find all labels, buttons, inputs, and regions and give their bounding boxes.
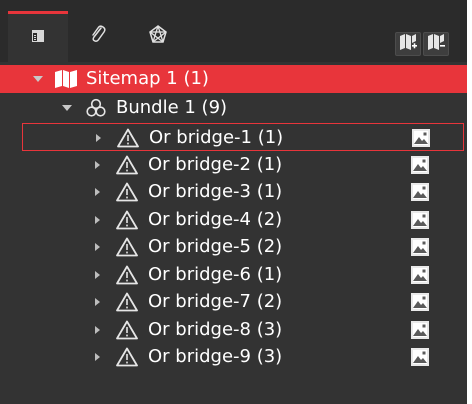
image-icon[interactable] <box>411 238 429 256</box>
chevron-right-icon[interactable] <box>96 134 101 142</box>
chevron-right-icon[interactable] <box>95 216 100 224</box>
warning-triangle-icon <box>116 210 138 234</box>
tab-network[interactable] <box>128 11 188 61</box>
tree-item-row[interactable]: Or bridge-8 (3) <box>0 316 467 344</box>
tab-pages[interactable] <box>8 11 68 62</box>
image-icon[interactable] <box>411 266 429 284</box>
tree-item-row[interactable]: Or bridge-5 (2) <box>0 233 467 261</box>
image-icon[interactable] <box>412 129 430 147</box>
chevron-right-icon[interactable] <box>95 298 100 306</box>
tree-item-label: Or bridge-1 (1) <box>149 127 284 148</box>
image-icon[interactable] <box>411 293 429 311</box>
tree-item-row[interactable]: Or bridge-2 (1) <box>0 151 467 179</box>
chevron-right-icon[interactable] <box>95 188 100 196</box>
tree-item-label: Or bridge-4 (2) <box>148 209 283 230</box>
tree-item-row[interactable]: Or bridge-6 (1) <box>0 261 467 289</box>
tree-label-sitemap: Sitemap 1 (1) <box>86 68 209 89</box>
map-add-icon <box>398 33 418 55</box>
warning-triangle-icon <box>116 347 138 371</box>
warning-triangle-icon <box>116 155 138 179</box>
tree-label-bundle: Bundle 1 (9) <box>116 97 228 118</box>
warning-triangle-icon <box>117 128 139 152</box>
tree-item-label: Or bridge-7 (2) <box>148 291 283 312</box>
image-icon[interactable] <box>411 211 429 229</box>
add-sitemap-button[interactable] <box>395 32 421 56</box>
chevron-right-icon[interactable] <box>95 353 100 361</box>
bundle-icon <box>86 98 106 122</box>
chevron-right-icon[interactable] <box>95 161 100 169</box>
tree-item-label: Or bridge-2 (1) <box>148 154 283 175</box>
chevron-down-icon[interactable] <box>62 105 72 111</box>
chevron-down-icon[interactable] <box>33 76 43 82</box>
remove-sitemap-button[interactable] <box>423 32 449 56</box>
tree-row-bundle[interactable]: Bundle 1 (9) <box>0 94 467 122</box>
tree-item-row[interactable]: Or bridge-4 (2) <box>0 206 467 234</box>
tree-item-row[interactable]: Or bridge-7 (2) <box>0 288 467 316</box>
tree-item-label: Or bridge-9 (3) <box>148 346 283 367</box>
warning-triangle-icon <box>116 182 138 206</box>
map-remove-icon <box>426 33 446 55</box>
tree-item-row[interactable]: Or bridge-3 (1) <box>0 178 467 206</box>
tree-row-sitemap[interactable]: Sitemap 1 (1) <box>0 65 467 93</box>
image-icon[interactable] <box>411 183 429 201</box>
warning-triangle-icon <box>116 237 138 261</box>
chevron-right-icon[interactable] <box>95 326 100 334</box>
sitemap-panel: Sitemap 1 (1) Bundle 1 (9) Or bridge-1 (… <box>0 0 467 404</box>
tree-item-label: Or bridge-3 (1) <box>148 181 283 202</box>
network-icon <box>148 24 168 48</box>
tab-attachments[interactable] <box>68 11 128 61</box>
tree-item-label: Or bridge-5 (2) <box>148 236 283 257</box>
chevron-right-icon[interactable] <box>95 271 100 279</box>
document-icon <box>30 28 46 48</box>
paperclip-icon <box>89 24 107 48</box>
map-icon <box>54 69 78 93</box>
image-icon[interactable] <box>411 156 429 174</box>
tree-item-row[interactable]: Or bridge-9 (3) <box>0 343 467 371</box>
tree-item-row[interactable]: Or bridge-1 (1) <box>22 123 464 151</box>
panel-toolbar <box>0 0 467 62</box>
warning-triangle-icon <box>116 292 138 316</box>
tree-item-label: Or bridge-8 (3) <box>148 319 283 340</box>
warning-triangle-icon <box>116 265 138 289</box>
image-icon[interactable] <box>411 348 429 366</box>
image-icon[interactable] <box>411 321 429 339</box>
warning-triangle-icon <box>116 320 138 344</box>
tree-item-label: Or bridge-6 (1) <box>148 264 283 285</box>
chevron-right-icon[interactable] <box>95 243 100 251</box>
